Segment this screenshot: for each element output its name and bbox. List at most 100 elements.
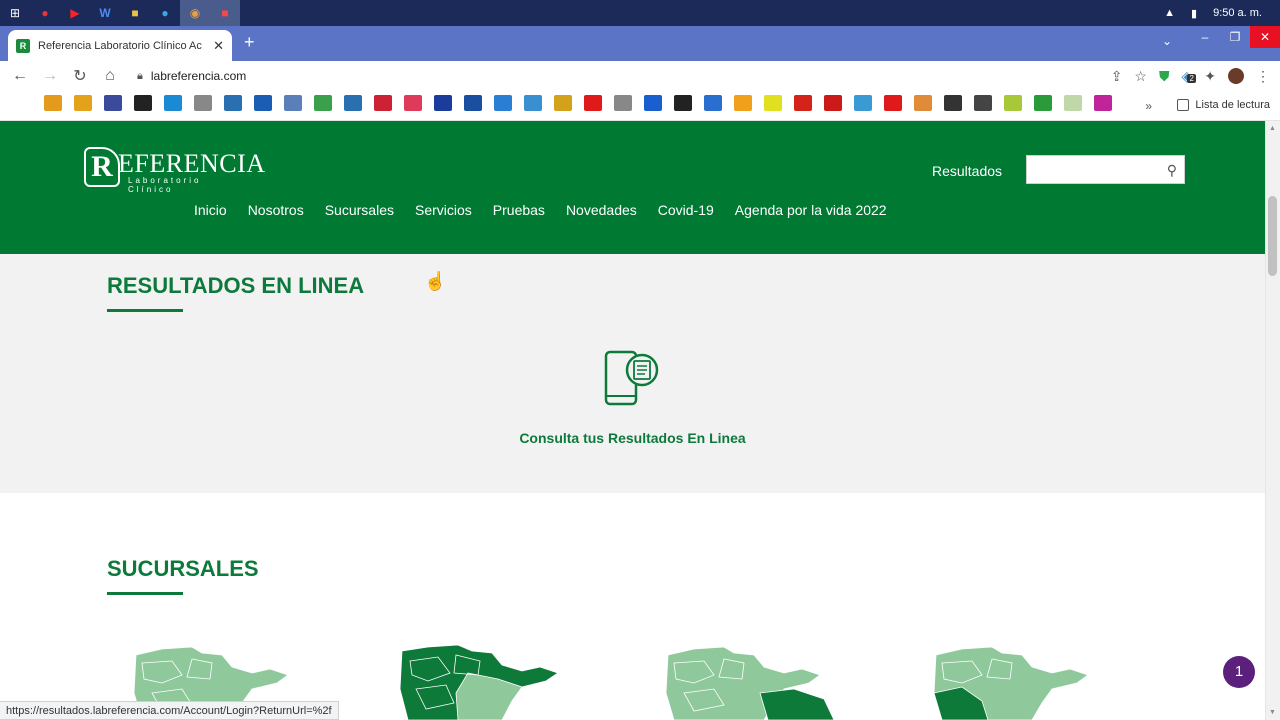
- bookmark-icon[interactable]: [854, 95, 872, 111]
- site-logo[interactable]: R EFERENCIA Laboratorio Clínico: [84, 147, 265, 194]
- bookmark-icon[interactable]: [374, 95, 392, 111]
- nav-item-inicio[interactable]: Inicio: [194, 202, 227, 218]
- avatar[interactable]: [1228, 68, 1244, 84]
- clock[interactable]: 9:50 a. m.: [1213, 7, 1262, 19]
- browser-toolbar: ← → ↻ ⌂ 🔒︎ labreferencia.com ⇪ ☆ ⛊ ◈2 ✦ …: [0, 61, 1280, 91]
- branch-map-2[interactable]: [398, 643, 568, 720]
- bookmark-icon[interactable]: [134, 95, 152, 111]
- bookmark-icon[interactable]: [524, 95, 542, 111]
- bookmark-icon[interactable]: [1004, 95, 1022, 111]
- nav-item-agenda[interactable]: Agenda por la vida 2022: [735, 202, 887, 218]
- chat-widget-button[interactable]: 1: [1223, 656, 1255, 688]
- nav-item-sucursales[interactable]: Sucursales: [325, 202, 394, 218]
- taskbar: ⊞ ● ▶ W ■ ● ◉ ■ ▲ ▮ 9:50 a. m.: [0, 0, 1280, 26]
- close-window-icon[interactable]: ✕: [1250, 26, 1280, 48]
- bookmark-icon[interactable]: [944, 95, 962, 111]
- files-icon[interactable]: ■: [120, 0, 150, 26]
- extension-translate-icon[interactable]: ◈2: [1181, 68, 1196, 85]
- nav-item-nosotros[interactable]: Nosotros: [248, 202, 304, 218]
- bookmark-icon[interactable]: [974, 95, 992, 111]
- page-scrollbar[interactable]: ▲ ▼: [1265, 121, 1280, 720]
- restore-icon[interactable]: ❐: [1220, 26, 1250, 48]
- bookmark-icon[interactable]: [734, 95, 752, 111]
- scroll-down-icon[interactable]: ▼: [1269, 709, 1276, 716]
- bookmark-icon[interactable]: [824, 95, 842, 111]
- extension-badge: 2: [1187, 73, 1196, 83]
- bookmark-icon[interactable]: [104, 95, 122, 111]
- system-tray: ▲ ▮ 9:50 a. m.: [1164, 0, 1262, 26]
- share-icon[interactable]: ⇪: [1111, 68, 1123, 85]
- consulta-resultados-link[interactable]: Consulta tus Resultados En Linea: [0, 430, 1265, 446]
- reload-icon[interactable]: ↻: [65, 66, 95, 86]
- bookmark-icon[interactable]: [494, 95, 512, 111]
- nav-item-pruebas[interactable]: Pruebas: [493, 202, 545, 218]
- bookmark-icon[interactable]: [764, 95, 782, 111]
- bookmark-icon[interactable]: [644, 95, 662, 111]
- bookmark-icon[interactable]: [44, 95, 62, 111]
- puzzle-icon[interactable]: ✦: [1204, 68, 1216, 85]
- menu-icon[interactable]: ⋮: [1256, 68, 1270, 85]
- bookmark-icon[interactable]: [254, 95, 272, 111]
- star-icon[interactable]: ☆: [1134, 68, 1147, 85]
- minimize-icon[interactable]: –: [1190, 26, 1220, 48]
- more-bookmarks-icon[interactable]: »: [1145, 99, 1152, 113]
- bookmark-icon[interactable]: [404, 95, 422, 111]
- youtube-icon[interactable]: ▶: [60, 0, 90, 26]
- address-bar[interactable]: labreferencia.com: [151, 69, 246, 83]
- bookmark-icon[interactable]: [194, 95, 212, 111]
- back-icon[interactable]: ←: [5, 67, 35, 85]
- chrome-icon[interactable]: ◉: [180, 0, 210, 26]
- app-icon[interactable]: ■: [210, 0, 240, 26]
- bookmark-icon[interactable]: [434, 95, 452, 111]
- bookmark-icon[interactable]: [554, 95, 572, 111]
- bookmark-icon[interactable]: [914, 95, 932, 111]
- bookmark-icon[interactable]: [314, 95, 332, 111]
- phone-document-icon[interactable]: [604, 350, 660, 408]
- close-tab-icon[interactable]: ✕: [213, 38, 224, 54]
- bookmark-icon[interactable]: [224, 95, 242, 111]
- bookmark-icon[interactable]: [1064, 95, 1082, 111]
- bookmark-icon[interactable]: [284, 95, 302, 111]
- logo-text: EFERENCIA: [118, 149, 266, 178]
- opera-icon[interactable]: ●: [30, 0, 60, 26]
- lock-icon[interactable]: 🔒︎: [137, 70, 143, 83]
- results-link[interactable]: Resultados: [932, 163, 1002, 179]
- new-tab-icon[interactable]: +: [244, 32, 255, 53]
- nav-item-servicios[interactable]: Servicios: [415, 202, 472, 218]
- chevron-down-icon[interactable]: ⌄: [1162, 34, 1172, 48]
- windows-icon[interactable]: ⊞: [0, 0, 30, 26]
- bookmark-icon[interactable]: [344, 95, 362, 111]
- bookmark-icon[interactable]: [884, 95, 902, 111]
- forward-icon[interactable]: →: [35, 67, 65, 85]
- bookmark-icon[interactable]: [464, 95, 482, 111]
- search-icon[interactable]: ⚲: [1167, 162, 1177, 179]
- scrollbar-thumb[interactable]: [1268, 196, 1277, 276]
- reading-list-label: Lista de lectura: [1195, 99, 1270, 111]
- reading-list-button[interactable]: Lista de lectura: [1177, 99, 1270, 111]
- bookmark-icon[interactable]: [164, 95, 182, 111]
- branch-map-4[interactable]: [932, 643, 1102, 720]
- bookmark-icon[interactable]: [1034, 95, 1052, 111]
- search-input[interactable]: ⚲: [1026, 155, 1185, 184]
- tab-title: Referencia Laboratorio Clínico Ac: [38, 39, 202, 52]
- chevron-up-icon[interactable]: ▲: [1164, 7, 1175, 19]
- shield-icon[interactable]: ⛊: [1159, 68, 1170, 85]
- home-icon[interactable]: ⌂: [95, 67, 125, 85]
- nav-item-covid[interactable]: Covid-19: [658, 202, 714, 218]
- bookmark-icon[interactable]: [74, 95, 92, 111]
- results-title-underline: [107, 309, 183, 312]
- main-nav: Inicio Nosotros Sucursales Servicios Pru…: [194, 202, 887, 218]
- bookmark-icon[interactable]: [794, 95, 812, 111]
- word-icon[interactable]: W: [90, 0, 120, 26]
- scroll-up-icon[interactable]: ▲: [1269, 125, 1276, 132]
- branch-map-3[interactable]: [664, 643, 834, 720]
- bookmark-icon[interactable]: [584, 95, 602, 111]
- bookmark-icon[interactable]: [614, 95, 632, 111]
- browser-tab[interactable]: R Referencia Laboratorio Clínico Ac ✕: [8, 30, 232, 61]
- bookmark-icon[interactable]: [1094, 95, 1112, 111]
- bookmark-icon[interactable]: [704, 95, 722, 111]
- bookmark-icon[interactable]: [674, 95, 692, 111]
- nav-item-novedades[interactable]: Novedades: [566, 202, 637, 218]
- signal-icon[interactable]: ▮: [1191, 7, 1197, 20]
- telegram-icon[interactable]: ●: [150, 0, 180, 26]
